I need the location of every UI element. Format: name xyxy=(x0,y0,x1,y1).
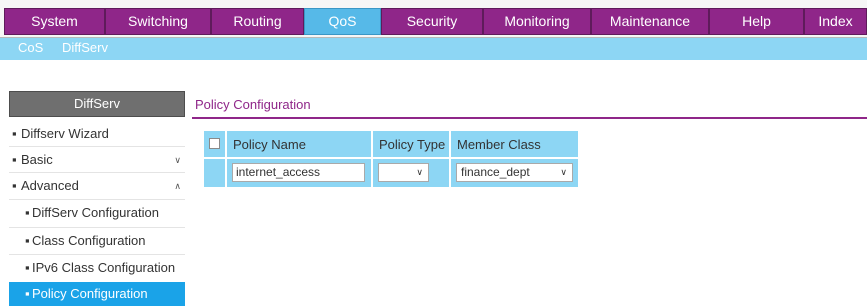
sidebar-item-class-configuration[interactable]: ▪ Class Configuration xyxy=(9,228,185,254)
tab-routing[interactable]: Routing xyxy=(211,8,304,35)
tab-security[interactable]: Security xyxy=(381,8,483,35)
tab-system[interactable]: System xyxy=(4,8,105,35)
chevron-down-icon: ∨ xyxy=(560,167,567,177)
sidebar-item-diffserv-configuration[interactable]: ▪ DiffServ Configuration xyxy=(9,200,185,226)
bullet-icon: ▪ xyxy=(12,178,17,193)
bullet-icon: ▪ xyxy=(12,152,17,167)
bullet-icon: ▪ xyxy=(25,205,30,220)
section-divider xyxy=(192,117,867,119)
sidebar-item-label: Diffserv Wizard xyxy=(21,126,109,141)
sidebar-item-ipv6-class-configuration[interactable]: ▪ IPv6 Class Configuration xyxy=(9,255,185,281)
sidebar-item-label: IPv6 Class Configuration xyxy=(32,260,176,275)
tab-switching[interactable]: Switching xyxy=(105,8,211,35)
sidebar-item-advanced[interactable]: ▪ Advanced ∧ xyxy=(9,173,185,199)
member-class-value: finance_dept xyxy=(461,165,530,179)
sidebar-item-label: DiffServ Configuration xyxy=(32,205,159,220)
sub-navigation: CoS DiffServ xyxy=(0,38,867,60)
tab-monitoring[interactable]: Monitoring xyxy=(483,8,591,35)
policy-table: Policy Name Policy Type Member Class int… xyxy=(204,131,578,189)
subnav-item-cos[interactable]: CoS xyxy=(18,40,43,56)
policy-name-cell: internet_access xyxy=(227,159,371,187)
sidebar-item-diffserv-wizard[interactable]: ▪ Diffserv Wizard xyxy=(9,121,185,147)
section-title: Policy Configuration xyxy=(195,97,311,112)
column-header-member-class: Member Class xyxy=(451,131,578,157)
sidebar-item-label: Policy Configuration xyxy=(32,286,148,301)
member-class-cell: finance_dept ∨ xyxy=(451,159,578,187)
chevron-down-icon: ∨ xyxy=(174,155,181,165)
sidebar-item-label: Advanced xyxy=(21,178,79,193)
subnav-item-diffserv[interactable]: DiffServ xyxy=(62,40,108,56)
sidebar-title: DiffServ xyxy=(9,91,185,117)
header-select-cell xyxy=(204,131,225,157)
sidebar-item-label: Basic xyxy=(21,152,53,167)
tab-index[interactable]: Index xyxy=(804,8,867,35)
chevron-down-icon: ∨ xyxy=(416,167,423,177)
bullet-icon: ▪ xyxy=(12,126,17,141)
bullet-icon: ▪ xyxy=(25,233,30,248)
sidebar-item-basic[interactable]: ▪ Basic ∨ xyxy=(9,147,185,173)
sidebar-item-label: Class Configuration xyxy=(32,233,146,248)
policy-type-cell: ∨ xyxy=(373,159,449,187)
member-class-select[interactable]: finance_dept ∨ xyxy=(456,163,573,182)
chevron-up-icon: ∧ xyxy=(174,181,181,191)
column-header-policy-name: Policy Name xyxy=(227,131,371,157)
tab-qos[interactable]: QoS xyxy=(304,8,381,35)
tab-maintenance[interactable]: Maintenance xyxy=(591,8,709,35)
bullet-icon: ▪ xyxy=(25,260,30,275)
tab-help[interactable]: Help xyxy=(709,8,804,35)
row-select-cell xyxy=(204,159,225,187)
policy-type-select[interactable]: ∨ xyxy=(378,163,429,182)
policy-name-input[interactable]: internet_access xyxy=(232,163,365,182)
bullet-icon: ▪ xyxy=(25,286,30,301)
top-navigation: System Switching Routing QoS Security Mo… xyxy=(0,0,867,38)
select-all-checkbox[interactable] xyxy=(209,138,220,149)
column-header-policy-type: Policy Type xyxy=(373,131,449,157)
sidebar-item-policy-configuration[interactable]: ▪ Policy Configuration xyxy=(9,282,185,306)
